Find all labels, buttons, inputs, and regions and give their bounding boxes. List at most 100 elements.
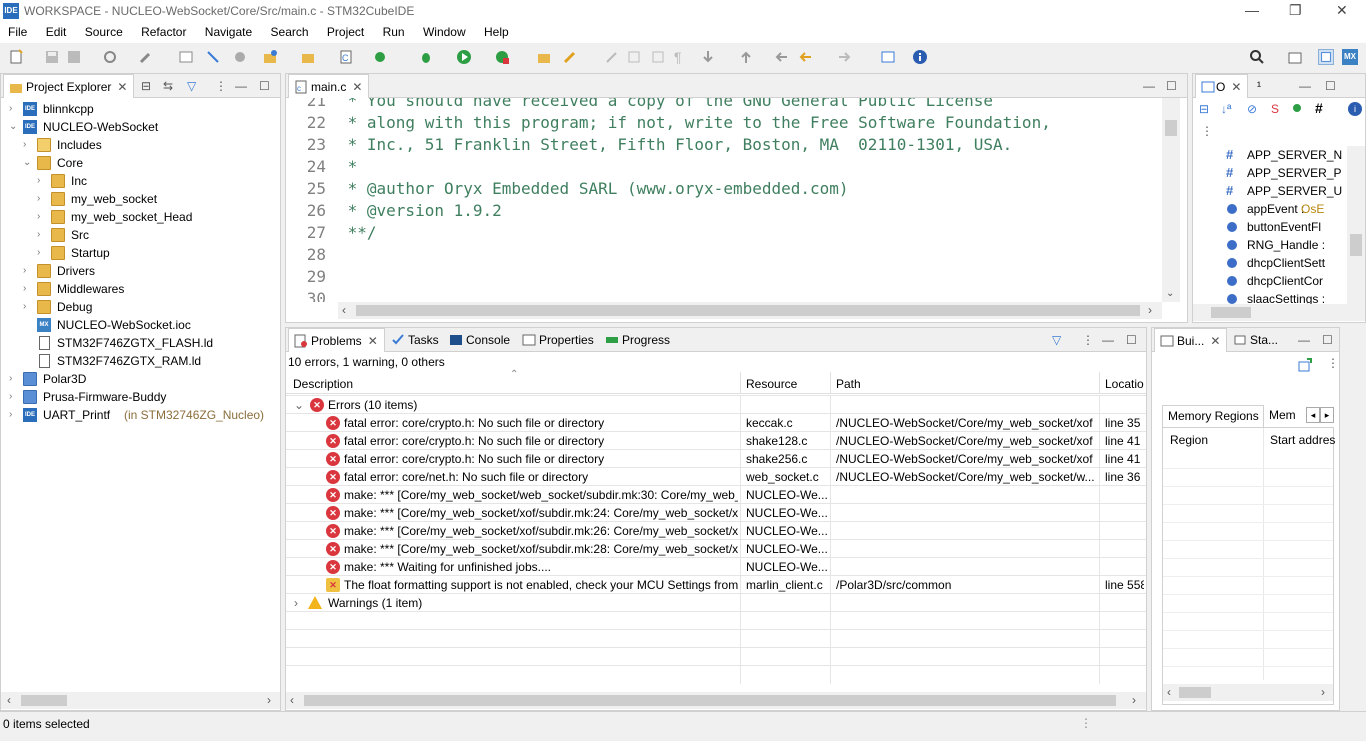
menu-search[interactable]: Search: [271, 22, 309, 39]
view-menu-icon[interactable]: ⋮: [1201, 124, 1213, 138]
maximize-view-icon[interactable]: ☐: [259, 79, 270, 93]
menu-navigate[interactable]: Navigate: [205, 22, 252, 39]
table-row[interactable]: ✕ The float formatting support is not ena…: [286, 575, 1146, 594]
tree-expand-icon[interactable]: ›: [9, 100, 19, 118]
tree-item[interactable]: ⌄ Core: [23, 154, 283, 172]
tree-item[interactable]: › Includes: [23, 136, 283, 154]
connect-icon[interactable]: [232, 49, 248, 65]
code-line[interactable]: *: [338, 156, 358, 178]
menu-edit[interactable]: Edit: [46, 22, 67, 39]
close-tab-icon[interactable]: ✕: [117, 80, 127, 94]
outline-item[interactable]: # APP_SERVER_U: [1193, 182, 1345, 200]
tree-expand-icon[interactable]: ›: [23, 262, 33, 280]
table-row[interactable]: [286, 629, 1146, 648]
edit-icon[interactable]: [604, 49, 620, 65]
minimize-view-icon[interactable]: —: [1299, 79, 1311, 93]
tree-expand-icon[interactable]: ›: [23, 280, 33, 298]
table-row[interactable]: [286, 665, 1146, 684]
outline-hscroll[interactable]: [1193, 304, 1365, 321]
tree-item[interactable]: › Polar3D: [9, 370, 269, 388]
build-icon[interactable]: [138, 49, 154, 65]
view-menu-icon[interactable]: ⋮: [215, 79, 227, 93]
info-icon[interactable]: [912, 49, 928, 65]
back-icon[interactable]: [798, 49, 814, 65]
menu-help[interactable]: Help: [484, 22, 509, 39]
forward-icon[interactable]: [836, 49, 852, 65]
maximize-view-icon[interactable]: ☐: [1126, 333, 1137, 347]
tab-console[interactable]: Console: [444, 328, 516, 352]
maximize-view-icon[interactable]: ☐: [1166, 79, 1177, 93]
perspective-icon[interactable]: [1287, 49, 1303, 65]
outline-item[interactable]: # APP_SERVER_N: [1193, 146, 1345, 164]
vscroll-thumb[interactable]: [1350, 234, 1362, 256]
tree-expand-icon[interactable]: ›: [9, 406, 19, 424]
tree-item[interactable]: STM32F746ZGTX_RAM.ld: [23, 352, 283, 370]
tree-expand-icon[interactable]: ›: [23, 298, 33, 316]
minimize-view-icon[interactable]: —: [1298, 333, 1310, 347]
tree-item[interactable]: › Middlewares: [23, 280, 283, 298]
outline-vscroll[interactable]: [1347, 146, 1365, 306]
outline-item[interactable]: dhcpClientSett: [1193, 254, 1345, 272]
menu-file[interactable]: File: [8, 22, 27, 39]
col-region[interactable]: Region: [1170, 433, 1208, 447]
memory-hscroll[interactable]: ‹ ›: [1163, 684, 1333, 701]
code-line[interactable]: * @version 1.9.2: [338, 200, 502, 222]
table-row[interactable]: ⌄ ✕ Errors (10 items): [286, 395, 1146, 414]
tree-item[interactable]: › Prusa-Firmware-Buddy: [9, 388, 269, 406]
tree-item[interactable]: › Src: [37, 226, 297, 244]
table-row[interactable]: [286, 647, 1146, 666]
hscroll-thumb[interactable]: [304, 695, 1116, 706]
close-icon[interactable]: ✕: [1336, 2, 1348, 19]
refresh-icon[interactable]: [1297, 357, 1313, 373]
col-path[interactable]: Path: [836, 377, 861, 391]
mx-perspective-icon[interactable]: MX: [1342, 49, 1358, 65]
menu-run[interactable]: Run: [383, 22, 405, 39]
table-row[interactable]: ✕ fatal error: core/net.h: No such file o…: [286, 467, 1146, 486]
tree-expand-icon[interactable]: ›: [37, 226, 47, 244]
close-tab-icon[interactable]: ✕: [1210, 334, 1220, 348]
group-expand-icon[interactable]: ›: [294, 594, 298, 612]
tab-project-explorer[interactable]: Project Explorer ✕: [3, 74, 135, 98]
problems-hscroll[interactable]: ‹ ›: [286, 692, 1146, 709]
search-target-icon[interactable]: [372, 49, 388, 65]
outline-item[interactable]: dhcpClientCor: [1193, 272, 1345, 290]
table-row[interactable]: ✕ make: *** [Core/my_web_socket/xof/subdi…: [286, 503, 1146, 522]
run-icon[interactable]: [456, 49, 472, 65]
table-row[interactable]: ✕ make: *** [Core/my_web_socket/xof/subdi…: [286, 539, 1146, 558]
restore-icon[interactable]: ❐: [1289, 2, 1302, 19]
tree-item[interactable]: › my_web_socket: [37, 190, 297, 208]
next-annotation-icon[interactable]: [700, 49, 716, 65]
filter-icon[interactable]: ▽: [1052, 333, 1061, 347]
minimize-icon[interactable]: —: [1245, 2, 1259, 18]
col-description[interactable]: Description: [293, 377, 353, 391]
debug-icon[interactable]: [418, 49, 434, 65]
toggle-icon[interactable]: [626, 49, 642, 65]
code-line[interactable]: * along with this program; if not, write…: [338, 112, 1051, 134]
collapse-all-icon[interactable]: ⊟: [141, 79, 151, 93]
hide-macros-icon[interactable]: #: [1315, 100, 1323, 116]
menu-project[interactable]: Project: [327, 22, 364, 39]
last-edit-icon[interactable]: [774, 49, 790, 65]
tree-expand-icon[interactable]: ⌄: [23, 154, 33, 172]
tree-item[interactable]: STM32F746ZGTX_FLASH.ld: [23, 334, 283, 352]
outline-item[interactable]: appEvent : OsE: [1193, 200, 1345, 218]
maximize-view-icon[interactable]: ☐: [1322, 333, 1333, 347]
hscroll-thumb[interactable]: [1179, 687, 1211, 698]
outline-item[interactable]: # APP_SERVER_P: [1193, 164, 1345, 182]
tab-main-c[interactable]: c main.c ✕: [288, 74, 370, 98]
hide-nonpublic-icon[interactable]: [1293, 104, 1301, 112]
tree-expand-icon[interactable]: ›: [37, 172, 47, 190]
sort-icon[interactable]: ↓ª: [1221, 102, 1231, 116]
view-menu-icon[interactable]: ⋮: [1082, 333, 1094, 347]
vscroll-thumb[interactable]: [1165, 120, 1177, 136]
tree-item[interactable]: › Drivers: [23, 262, 283, 280]
col-location[interactable]: Locatio: [1105, 377, 1144, 391]
tree-item[interactable]: › Inc: [37, 172, 297, 190]
binary-icon[interactable]: [178, 49, 194, 65]
hide-static-icon[interactable]: S: [1271, 102, 1279, 116]
minimize-view-icon[interactable]: —: [235, 79, 247, 93]
save-icon[interactable]: [44, 49, 60, 65]
outline-item[interactable]: RNG_Handle :: [1193, 236, 1345, 254]
code-area[interactable]: 21 * You should have received a copy of …: [286, 98, 1158, 302]
link-editor-icon[interactable]: ⇆: [163, 79, 173, 93]
